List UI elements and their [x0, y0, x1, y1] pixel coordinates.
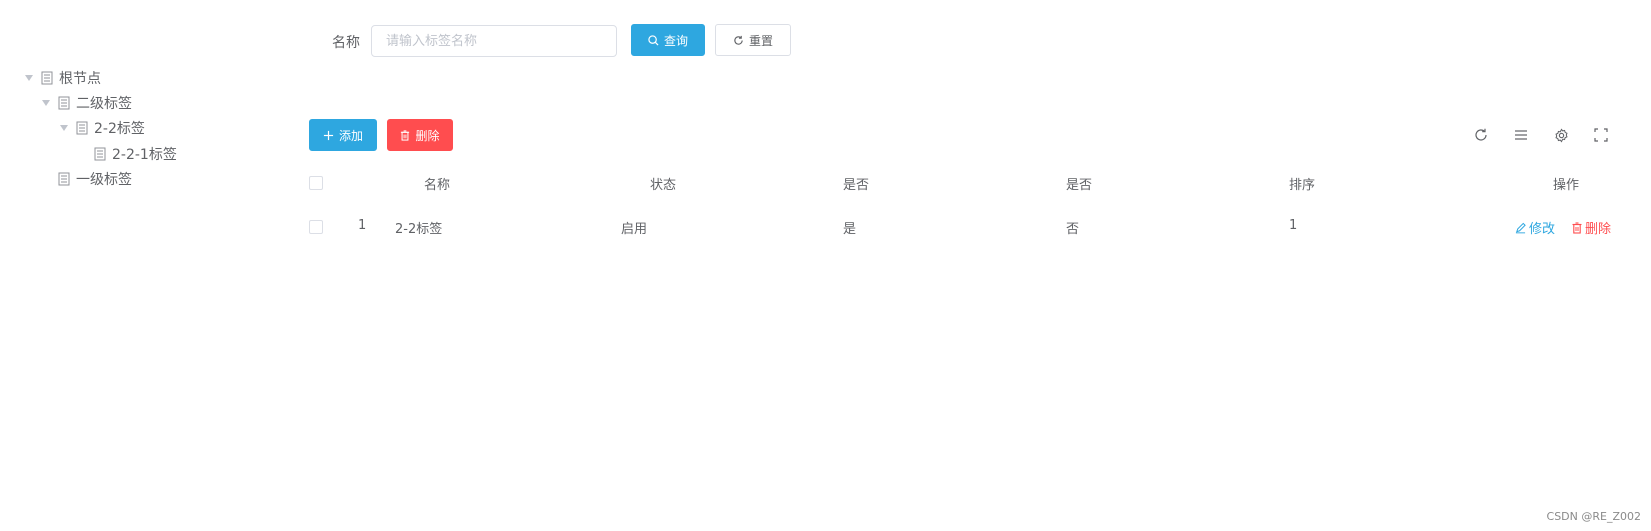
caret-placeholder [78, 151, 86, 157]
tree-node-label: 二级标签 [76, 96, 132, 112]
query-button[interactable]: 查询 [631, 24, 705, 56]
tree-node-label: 根节点 [59, 71, 101, 87]
edit-link-label: 修改 [1529, 222, 1556, 237]
reset-button[interactable]: 重置 [715, 24, 791, 56]
settings-icon[interactable] [1553, 127, 1569, 143]
header-name[interactable]: 名称 [424, 174, 450, 193]
header-ops: 操作 [1553, 178, 1580, 193]
row-checkbox[interactable] [309, 220, 323, 234]
plus-icon [323, 130, 334, 141]
tree-node-label: 2-2-1标签 [112, 147, 177, 163]
header-sort[interactable]: 排序 [1289, 174, 1315, 193]
name-label: 名称 [332, 35, 360, 51]
add-button-label: 添加 [338, 128, 363, 143]
tree-node-root[interactable]: 根节点 [25, 66, 101, 90]
cell-is-a: 是 [843, 222, 857, 237]
header-is-a[interactable]: 是否 [843, 174, 869, 193]
row-delete-label: 删除 [1585, 222, 1612, 237]
edit-link[interactable]: 修改 [1515, 218, 1555, 237]
search-icon [648, 34, 659, 46]
tree-node-level2[interactable]: 二级标签 [42, 91, 132, 115]
edit-icon [1515, 222, 1526, 234]
delete-button-label: 删除 [415, 128, 440, 143]
row-index: 1 [358, 218, 367, 233]
document-icon [94, 147, 106, 161]
watermark: CSDN @RE_Z002 [1546, 510, 1641, 523]
caret-down-icon[interactable] [60, 125, 68, 131]
caret-down-icon[interactable] [25, 75, 33, 81]
document-icon [58, 96, 70, 110]
caret-down-icon[interactable] [42, 100, 50, 106]
reset-button-label: 重置 [748, 33, 773, 48]
tree-node-label: 2-2标签 [94, 121, 145, 137]
header-is-b[interactable]: 是否 [1066, 174, 1092, 193]
tree-node-2-2[interactable]: 2-2标签 [60, 116, 145, 140]
document-icon [76, 121, 88, 135]
row-delete-link[interactable]: 删除 [1572, 218, 1611, 237]
name-search-input[interactable] [371, 25, 617, 57]
cell-is-b: 否 [1066, 222, 1080, 237]
caret-placeholder [42, 176, 50, 182]
refresh-icon[interactable] [1473, 127, 1489, 143]
cell-sort: 1 [1289, 218, 1298, 233]
document-icon [58, 172, 70, 186]
header-status[interactable]: 状态 [650, 174, 676, 193]
tree-node-2-2-1[interactable]: 2-2-1标签 [78, 142, 177, 166]
trash-icon [1572, 221, 1582, 234]
tree-node-level1[interactable]: 一级标签 [42, 167, 132, 191]
cell-name: 2-2标签 [395, 222, 443, 237]
add-button[interactable]: 添加 [309, 119, 377, 151]
refresh-icon [733, 35, 744, 46]
tree-node-label: 一级标签 [76, 172, 132, 188]
cell-status: 启用 [621, 222, 648, 237]
list-icon[interactable] [1513, 127, 1529, 143]
select-all-checkbox[interactable] [309, 176, 323, 190]
fullscreen-icon[interactable] [1593, 127, 1609, 143]
delete-button[interactable]: 删除 [387, 119, 453, 151]
query-button-label: 查询 [663, 33, 688, 48]
document-icon [41, 71, 53, 85]
trash-icon [400, 129, 410, 141]
